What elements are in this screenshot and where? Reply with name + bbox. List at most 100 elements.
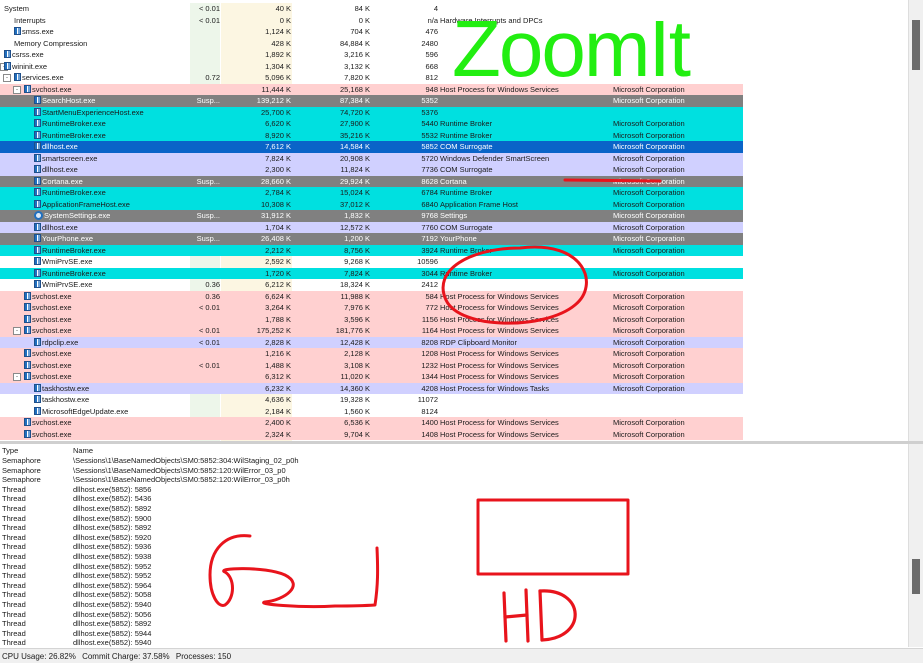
process-row[interactable]: smartscreen.exe 7,824 K 20,908 K 5720 Window… — [0, 152, 743, 164]
process-row[interactable]: RuntimeBroker.exe 6,620 K 27,900 K 5440 Runt… — [0, 118, 743, 130]
handles-header-row[interactable]: Type Name — [0, 446, 900, 456]
process-row[interactable]: WmiPrvSE.exe 0.36 6,212 K 18,324 K 2412 — [0, 279, 743, 291]
process-row[interactable]: csrss.exe 1,892 K 3,216 K 596 — [0, 49, 743, 61]
pid-cell: 7760 — [421, 222, 438, 232]
description-cell: COM Surrogate — [440, 142, 493, 151]
process-row[interactable]: svchost.exe < 0.01 3,264 K 7,976 K 772 Host P… — [0, 302, 743, 314]
process-row[interactable]: - services.exe 0.72 5,096 K 7,820 K 812 — [0, 72, 743, 84]
process-row[interactable]: StartMenuExperienceHost.exe 25,700 K 74,72… — [0, 106, 743, 118]
process-row[interactable]: svchost.exe 1,216 K 2,128 K 1208 Host Proces… — [0, 348, 743, 360]
expand-toggle[interactable]: - — [13, 373, 21, 381]
process-row[interactable]: - svchost.exe 6,312 K 11,020 K 1344 Host Proc… — [0, 371, 743, 383]
cpu-cell: Susp... — [196, 234, 220, 243]
process-row[interactable]: smss.exe 1,124 K 704 K 476 — [0, 26, 743, 38]
private-bytes-cell: 139,212 K — [256, 96, 291, 105]
process-row[interactable]: System < 0.01 40 K 84 K 4 — [0, 3, 743, 15]
process-row[interactable]: dllhost.exe 7,612 K 14,584 K 5852 COM Surrog… — [0, 141, 743, 153]
handle-row[interactable]: Thread dllhost.exe(5852): 5058 — [0, 590, 900, 600]
process-icon — [24, 84, 31, 93]
company-cell: Microsoft Corporation — [613, 383, 685, 393]
process-row[interactable]: Cortana.exe Susp... 28,660 K 29,924 K 8628 Co… — [0, 175, 743, 188]
process-row[interactable]: svchost.exe 1,788 K 3,596 K 1156 Host Proces… — [0, 313, 743, 325]
process-row[interactable]: svchost.exe 2,324 K 9,704 K 1408 Host Proces… — [0, 428, 743, 440]
process-row[interactable]: MicrosoftEdgeUpdate.exe 2,184 K 1,560 K 812… — [0, 406, 743, 418]
cpu-cell — [185, 187, 220, 199]
process-name: YourPhone.exe — [0, 233, 184, 245]
scrollbar-thumb[interactable] — [912, 20, 920, 70]
type-column-header[interactable]: Type — [2, 446, 68, 456]
handle-row[interactable]: Thread dllhost.exe(5852): 5938 — [0, 552, 900, 562]
pid-cell: 1232 — [421, 360, 438, 370]
process-row[interactable]: - svchost.exe < 0.01 175,252 K 181,776 K 1164… — [0, 325, 743, 337]
process-row[interactable]: ApplicationFrameHost.exe 10,308 K 37,012 K… — [0, 198, 743, 210]
process-name: - svchost.exe — [0, 371, 184, 383]
process-name-text: Cortana.exe — [42, 176, 83, 186]
expand-toggle[interactable]: - — [13, 85, 21, 94]
cpu-cell — [185, 394, 220, 406]
handle-row[interactable]: Thread dllhost.exe(5852): 5856 — [0, 485, 900, 495]
handle-row[interactable]: Thread dllhost.exe(5852): 5900 — [0, 514, 900, 524]
process-row[interactable]: RuntimeBroker.exe 1,720 K 7,824 K 3044 Runti… — [0, 267, 743, 279]
name-column-header[interactable]: Name — [73, 446, 673, 456]
private-bytes-cell: 6,620 K — [265, 119, 291, 128]
handle-row[interactable]: Semaphore \Sessions\1\BaseNamedObjects\SM… — [0, 466, 900, 476]
handle-row[interactable]: Thread dllhost.exe(5852): 5056 — [0, 610, 900, 620]
cpu-cell — [185, 417, 220, 429]
process-row[interactable]: YourPhone.exe Susp... 26,408 K 1,200 K 7192 Y… — [0, 233, 743, 245]
process-row[interactable]: WmiPrvSE.exe 2,592 K 9,268 K 10596 — [0, 256, 743, 268]
expand-toggle[interactable]: - — [3, 74, 11, 82]
handle-type: Thread — [2, 638, 26, 647]
handle-row[interactable]: Thread dllhost.exe(5852): 5892 — [0, 504, 900, 514]
process-row[interactable]: -wininit.exe 1,304 K 3,132 K 668 — [0, 61, 743, 73]
process-row[interactable]: taskhostw.exe 6,232 K 14,360 K 4208 Host Pro… — [0, 382, 743, 394]
process-row[interactable]: rdpclip.exe < 0.01 2,828 K 12,428 K 8208 RDP … — [0, 336, 743, 348]
handle-row[interactable]: Thread dllhost.exe(5852): 5944 — [0, 629, 900, 639]
process-name-text: dllhost.exe — [42, 165, 78, 174]
private-bytes-cell: 1,488 K — [265, 360, 291, 370]
handles-pane-scrollbar[interactable] — [908, 444, 923, 647]
process-row[interactable]: dllhost.exe 1,704 K 12,572 K 7760 COM Surrog… — [0, 221, 743, 233]
handle-row[interactable]: Thread dllhost.exe(5852): 5952 — [0, 571, 900, 581]
handle-row[interactable]: Thread dllhost.exe(5852): 5940 — [0, 600, 900, 610]
process-row[interactable]: RuntimeBroker.exe 2,212 K 8,756 K 3924 Runti… — [0, 244, 743, 256]
handle-row[interactable]: Thread dllhost.exe(5852): 5936 — [0, 542, 900, 552]
process-tree[interactable]: System < 0.01 40 K 84 K 4 Interrupts < 0.01 0 K… — [0, 3, 743, 441]
company-cell: Microsoft Corporation — [613, 429, 685, 439]
process-row[interactable]: SystemSettings.exe Susp... 31,912 K 1,832 K… — [0, 210, 743, 222]
process-row[interactable]: dllhost.exe 2,300 K 11,824 K 7736 COM Surrog… — [0, 164, 743, 176]
handle-row[interactable]: Thread dllhost.exe(5852): 5436 — [0, 494, 900, 504]
process-row[interactable]: taskhostw.exe 4,636 K 19,328 K 11072 — [0, 394, 743, 406]
handle-row[interactable]: Thread dllhost.exe(5852): 5952 — [0, 562, 900, 572]
pid-cell: 5720 — [421, 153, 438, 163]
process-row[interactable]: svchost.exe < 0.01 1,488 K 3,108 K 1232 Host … — [0, 359, 743, 371]
private-bytes-cell: 2,592 K — [265, 257, 291, 266]
process-row[interactable]: Memory Compression 428 K 84,884 K 2480 — [0, 38, 743, 50]
handle-row[interactable]: Thread dllhost.exe(5852): 5940 — [0, 638, 900, 647]
handle-row[interactable]: Semaphore \Sessions\1\BaseNamedObjects\SM… — [0, 456, 900, 466]
handle-type: Thread — [2, 600, 26, 609]
process-row[interactable]: svchost.exe 0.36 6,624 K 11,988 K 584 Host Pr… — [0, 290, 743, 302]
process-row[interactable]: svchost.exe 2,400 K 6,536 K 1400 Host Proces… — [0, 417, 743, 429]
private-bytes-cell: 2,324 K — [265, 429, 291, 439]
handle-row[interactable]: Thread dllhost.exe(5852): 5964 — [0, 581, 900, 591]
working-set-cell: 7,976 K — [344, 303, 370, 312]
process-name-text: svchost.exe — [32, 326, 72, 335]
description-cell — [440, 256, 610, 268]
scrollbar-thumb[interactable] — [912, 559, 920, 594]
handle-name: dllhost.exe(5852): 5056 — [73, 609, 152, 619]
process-row[interactable]: Interrupts < 0.01 0 K 0 K n/a Hardware Interr… — [0, 15, 743, 27]
handle-row[interactable]: Semaphore \Sessions\1\BaseNamedObjects\SM… — [0, 475, 900, 485]
handle-name: dllhost.exe(5852): 5436 — [73, 494, 152, 504]
process-row[interactable]: - svchost.exe 11,444 K 25,168 K 948 Host Proc… — [0, 83, 743, 95]
process-row[interactable]: RuntimeBroker.exe 8,920 K 35,216 K 5532 Runt… — [0, 129, 743, 141]
company-cell: Microsoft Corporation — [613, 326, 685, 335]
expand-toggle[interactable]: - — [13, 327, 21, 335]
handle-row[interactable]: Thread dllhost.exe(5852): 5892 — [0, 619, 900, 629]
process-row[interactable]: SearchHost.exe Susp... 139,212 K 87,384 K 53… — [0, 95, 743, 107]
handles-pane[interactable]: Type Name Semaphore \Sessions\1\BaseNamed… — [0, 444, 908, 647]
process-name: Cortana.exe — [0, 176, 184, 188]
process-row[interactable]: RuntimeBroker.exe 2,784 K 15,024 K 6784 Runt… — [0, 187, 743, 199]
process-tree-scrollbar[interactable] — [908, 0, 923, 443]
handle-row[interactable]: Thread dllhost.exe(5852): 5892 — [0, 523, 900, 533]
handle-row[interactable]: Thread dllhost.exe(5852): 5920 — [0, 533, 900, 543]
